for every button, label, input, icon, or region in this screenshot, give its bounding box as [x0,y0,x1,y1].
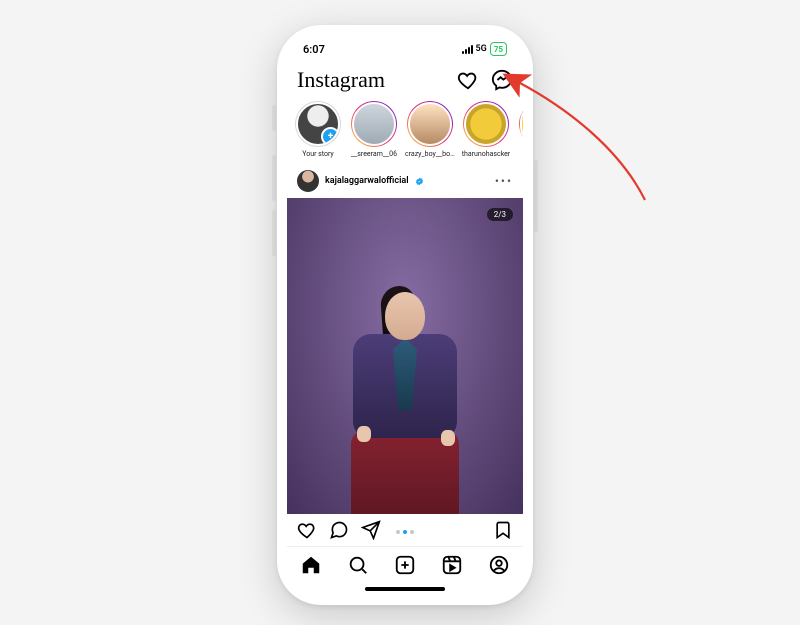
status-network: 5G [476,44,487,54]
story-item[interactable]: __sreeram__06 [349,101,399,158]
story-item[interactable]: crazy_boy__bo... [405,101,455,158]
story-label: __sreeram__06 [351,150,397,158]
search-icon [347,554,369,576]
save-button[interactable] [493,520,513,544]
story-item[interactable]: tharunohascker [461,101,511,158]
nav-create[interactable] [394,554,416,580]
bottom-nav [287,546,523,587]
instagram-logo[interactable]: Instagram [297,69,385,91]
phone-frame: 6:07 5G 75 Instagram + Your [277,25,533,605]
post-author-username[interactable]: kajalaggarwalofficial [325,176,409,186]
post-image-content [335,274,475,514]
post-actions [287,514,523,546]
nav-reels[interactable] [441,554,463,580]
nav-profile[interactable] [488,554,510,580]
post-author-avatar[interactable] [297,170,319,192]
avatar [352,102,396,146]
status-time: 6:07 [303,43,325,56]
signal-icon [462,44,473,54]
notifications-button[interactable] [457,69,479,91]
avatar [408,102,452,146]
phone-screen: 6:07 5G 75 Instagram + Your [287,35,523,595]
story-item-partial[interactable]: m [517,101,523,158]
comment-icon [329,520,349,540]
heart-icon [297,520,317,540]
share-button[interactable] [361,520,381,544]
carousel-dots [396,530,414,534]
send-icon [361,520,381,540]
comment-button[interactable] [329,520,349,544]
plus-square-icon [394,554,416,576]
story-label: Your story [302,150,334,158]
post-header: kajalaggarwalofficial ••• [287,164,523,198]
feed-post: kajalaggarwalofficial ••• 2/3 [287,164,523,546]
stories-tray[interactable]: + Your story __sreeram__06 crazy_boy__bo… [287,97,523,164]
status-bar: 6:07 5G 75 [287,35,523,63]
avatar: + [296,102,340,146]
nav-search[interactable] [347,554,369,580]
avatar [520,102,523,146]
nav-home[interactable] [300,554,322,580]
battery-icon: 75 [490,42,507,56]
messenger-button[interactable] [491,69,513,91]
verified-badge-icon [415,177,424,186]
like-button[interactable] [297,520,317,544]
story-your-story[interactable]: + Your story [293,101,343,158]
app-header: Instagram [287,63,523,97]
phone-volume-down [272,210,276,256]
heart-icon [457,69,479,91]
story-label: tharunohascker [462,150,511,158]
story-label: crazy_boy__bo... [405,150,455,158]
phone-volume-up [272,155,276,201]
home-icon [300,554,322,576]
avatar [464,102,508,146]
profile-icon [488,554,510,576]
reels-icon [441,554,463,576]
bookmark-icon [493,520,513,540]
messenger-icon [491,69,513,91]
home-indicator [365,587,445,591]
phone-side-button [272,105,276,131]
carousel-counter: 2/3 [487,208,513,221]
phone-power-button [534,160,538,232]
add-story-icon: + [321,127,340,146]
post-image[interactable]: 2/3 [287,198,523,514]
